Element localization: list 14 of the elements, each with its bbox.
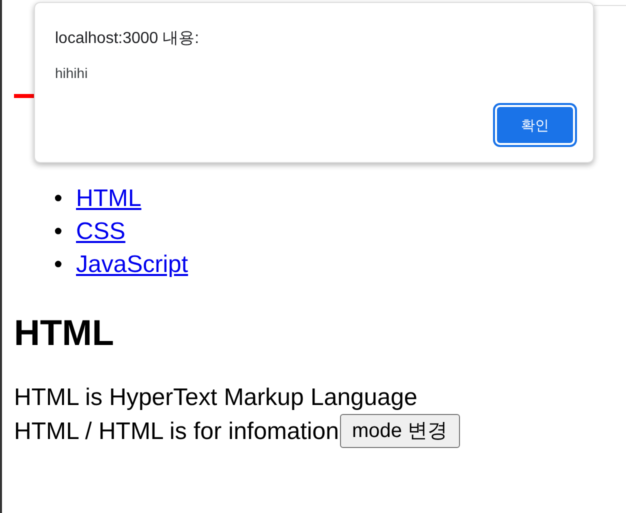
alert-message: hihihi xyxy=(55,64,88,83)
description-text: HTML is HyperText Markup Language xyxy=(14,383,418,413)
mode-button[interactable]: mode 변경 xyxy=(340,414,460,448)
link-underline xyxy=(14,94,34,98)
bullet: • xyxy=(54,217,64,247)
alert-title: localhost:3000 내용: xyxy=(55,29,200,49)
bullet: • xyxy=(54,184,64,214)
bullet: • xyxy=(54,250,64,280)
nav-link[interactable]: JavaScript xyxy=(76,248,188,281)
nav-link[interactable]: HTML xyxy=(76,182,142,215)
section-heading: HTML xyxy=(14,311,114,355)
description-text: HTML / HTML is for infomation xyxy=(14,416,339,446)
ok-button[interactable]: 확인 xyxy=(495,105,575,145)
nav-link[interactable]: CSS xyxy=(76,215,126,248)
